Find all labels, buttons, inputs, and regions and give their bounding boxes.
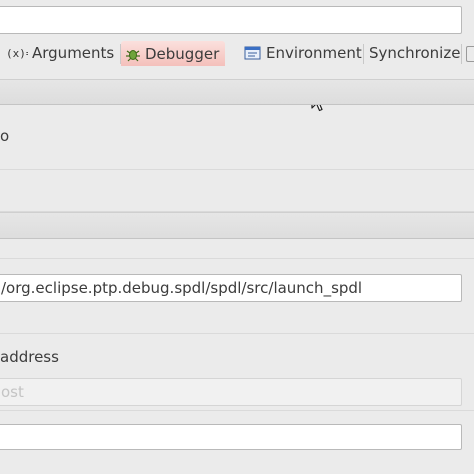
tab-overflow-icon[interactable]: [466, 46, 474, 62]
tab-environment-label: Environment: [266, 44, 362, 62]
tab-environment[interactable]: Environment: [244, 40, 362, 66]
divider: [0, 258, 474, 259]
row-label: o: [0, 127, 10, 145]
environment-icon: [244, 45, 262, 61]
tab-separator: [461, 44, 462, 64]
tab-synchronize[interactable]: Synchronize: [369, 40, 460, 66]
tab-debugger-label: Debugger: [145, 44, 220, 63]
divider: [0, 410, 474, 411]
tab-separator: [363, 44, 364, 64]
svg-text:(x)=: (x)=: [6, 47, 28, 60]
executable-path-value: /org.eclipse.ptp.debug.spdl/spdl/src/lau…: [1, 279, 363, 297]
section-header: [0, 79, 474, 105]
section-header: [0, 212, 474, 239]
divider: [0, 169, 474, 170]
executable-path-field[interactable]: /org.eclipse.ptp.debug.spdl/spdl/src/lau…: [0, 274, 462, 302]
address-label: address: [0, 348, 59, 366]
host-placeholder: ost: [1, 383, 24, 401]
tab-arguments[interactable]: (x)= Arguments: [6, 40, 114, 66]
tab-arguments-label: Arguments: [32, 44, 115, 62]
debugger-icon: [125, 46, 141, 62]
tab-debugger[interactable]: Debugger: [121, 41, 226, 66]
host-field[interactable]: ost: [0, 378, 462, 406]
divider: [0, 333, 474, 334]
tab-synchronize-label: Synchronize: [369, 44, 461, 62]
name-field[interactable]: [0, 6, 462, 34]
arguments-icon: (x)=: [6, 46, 28, 60]
bottom-field[interactable]: [0, 424, 462, 450]
